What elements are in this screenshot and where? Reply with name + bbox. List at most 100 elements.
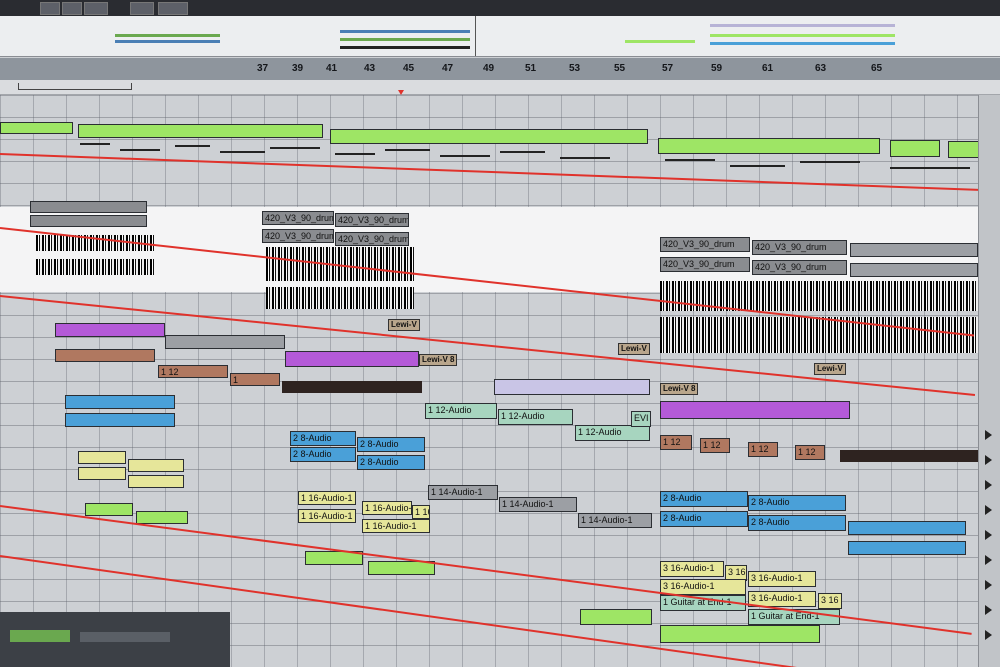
arrow-right-icon[interactable] xyxy=(985,630,992,640)
midi-clip[interactable] xyxy=(0,122,73,134)
audio-clip[interactable]: 1 12 xyxy=(158,365,228,378)
drum-clip[interactable]: 420_V3_90_drum xyxy=(660,237,750,252)
audio-clip[interactable] xyxy=(282,381,422,393)
marker-label[interactable]: Lewi-V 8 xyxy=(419,354,458,366)
midi-clip[interactable] xyxy=(890,140,940,157)
audio-clip[interactable] xyxy=(165,335,285,349)
audio-clip[interactable]: 2 8-Audio xyxy=(660,511,748,527)
arrow-right-icon[interactable] xyxy=(985,530,992,540)
bar-number: 49 xyxy=(483,63,495,74)
marker-label[interactable]: Lewi-V xyxy=(388,319,420,331)
drum-clip[interactable] xyxy=(850,243,978,257)
transport-toolbar xyxy=(0,0,1000,16)
audio-clip[interactable] xyxy=(128,475,184,488)
audio-clip[interactable] xyxy=(285,351,419,367)
arrow-right-icon[interactable] xyxy=(985,430,992,440)
bar-number: 61 xyxy=(762,63,774,74)
audio-clip[interactable]: 2 8-Audio xyxy=(660,491,748,507)
midi-clip[interactable] xyxy=(85,503,133,516)
marker-label[interactable]: Lewi-V xyxy=(618,343,650,355)
audio-clip[interactable]: 1 14-Audio-1 xyxy=(578,513,652,528)
drum-clip[interactable]: 420_V3_90_drum xyxy=(262,211,334,225)
audio-clip[interactable] xyxy=(78,467,126,480)
audio-clip[interactable]: 1 12 xyxy=(700,438,730,453)
drum-clip[interactable]: 420_V3_90_drum xyxy=(335,213,409,227)
arrow-right-icon[interactable] xyxy=(985,580,992,590)
audio-clip[interactable] xyxy=(65,395,175,409)
toolbar-button[interactable] xyxy=(158,2,188,15)
drum-clip[interactable] xyxy=(30,201,147,213)
audio-clip[interactable]: 3 16 xyxy=(818,593,842,609)
audio-clip[interactable] xyxy=(660,401,850,419)
arrow-right-icon[interactable] xyxy=(985,505,992,515)
waveform xyxy=(36,259,154,275)
audio-clip[interactable]: 2 8-Audio xyxy=(290,447,356,462)
audio-clip[interactable] xyxy=(494,379,650,395)
drum-clip[interactable] xyxy=(850,263,978,277)
audio-clip[interactable]: 1 12 xyxy=(660,435,692,450)
loop-bar[interactable] xyxy=(0,80,1000,95)
audio-clip[interactable] xyxy=(55,349,155,362)
arrow-right-icon[interactable] xyxy=(985,455,992,465)
drum-clip[interactable]: 420_V3_90_drum xyxy=(262,229,334,243)
marker-label[interactable]: Lewi-V 8 xyxy=(660,383,699,395)
audio-clip[interactable] xyxy=(848,541,966,555)
audio-clip[interactable]: 2 8-Audio xyxy=(748,495,846,511)
bar-number: 53 xyxy=(569,63,581,74)
audio-clip[interactable] xyxy=(848,521,966,535)
bar-number: 63 xyxy=(815,63,827,74)
audio-clip[interactable] xyxy=(78,451,126,464)
bar-ruler[interactable]: 37 39 41 43 45 47 49 51 53 55 57 59 61 6… xyxy=(0,58,1000,81)
audio-clip[interactable]: 3 16-Audio-1 xyxy=(748,571,816,587)
midi-clip[interactable] xyxy=(368,561,435,575)
midi-clip[interactable] xyxy=(660,625,820,643)
drum-clip[interactable]: 420_V3_90_drum xyxy=(660,257,750,272)
toolbar-button[interactable] xyxy=(40,2,60,15)
audio-clip[interactable]: EVI xyxy=(631,411,651,427)
bar-number: 47 xyxy=(442,63,454,74)
audio-clip[interactable]: 1 16-Audio-1 xyxy=(298,491,356,505)
audio-clip[interactable] xyxy=(128,459,184,472)
audio-clip[interactable] xyxy=(65,413,175,427)
audio-clip[interactable]: 2 8-Audio xyxy=(357,455,425,470)
audio-clip[interactable]: 2 8-Audio xyxy=(748,515,846,531)
marker-label[interactable]: Lewi-V xyxy=(814,363,846,375)
midi-clip[interactable] xyxy=(658,138,880,154)
audio-clip[interactable] xyxy=(840,450,978,462)
track-scrollbar[interactable] xyxy=(978,95,1000,667)
waveform xyxy=(266,287,414,309)
audio-clip[interactable]: 1 16-Audio-1 xyxy=(362,519,430,533)
audio-clip[interactable]: 2 8-Audio xyxy=(290,431,356,446)
audio-clip[interactable]: 1 12-Audio xyxy=(425,403,497,419)
audio-clip[interactable]: 1 16-Audio-1 xyxy=(298,509,356,523)
audio-clip[interactable]: 1 16-Audio-1 xyxy=(362,501,412,515)
midi-clip[interactable] xyxy=(78,124,323,138)
midi-clip[interactable] xyxy=(330,129,648,144)
audio-clip[interactable]: 3 16-Audio-1 xyxy=(660,561,724,577)
arrangement-tracks[interactable]: 420_V3_90_drum 420_V3_90_drum 420_V3_90_… xyxy=(0,95,1000,667)
audio-clip[interactable]: 1 14-Audio-1 xyxy=(499,497,577,512)
audio-clip[interactable]: 1 xyxy=(230,373,280,386)
toolbar-button[interactable] xyxy=(62,2,82,15)
audio-clip[interactable]: 2 8-Audio xyxy=(357,437,425,452)
audio-clip[interactable]: 1 14-Audio-1 xyxy=(428,485,498,500)
audio-clip[interactable]: 1 12-Audio xyxy=(575,425,650,441)
audio-clip[interactable] xyxy=(55,323,165,337)
toolbar-button[interactable] xyxy=(130,2,154,15)
arrangement-overview[interactable] xyxy=(0,16,1000,57)
arrow-right-icon[interactable] xyxy=(985,605,992,615)
audio-clip[interactable]: 1 12-Audio xyxy=(498,409,573,425)
drum-clip[interactable]: 420_V3_90_drum xyxy=(335,232,409,246)
arrow-right-icon[interactable] xyxy=(985,480,992,490)
arrow-right-icon[interactable] xyxy=(985,555,992,565)
audio-clip[interactable]: 1 12 xyxy=(748,442,778,457)
audio-clip[interactable]: 1 Guitar at End-1 xyxy=(748,609,840,625)
drum-clip[interactable]: 420_V3_90_drum xyxy=(752,260,847,275)
toolbar-button[interactable] xyxy=(84,2,108,15)
audio-clip[interactable]: 1 16 xyxy=(412,505,430,519)
midi-clip[interactable] xyxy=(136,511,188,524)
drum-clip[interactable] xyxy=(30,215,147,227)
drum-clip[interactable]: 420_V3_90_drum xyxy=(752,240,847,255)
midi-clip[interactable] xyxy=(580,609,652,625)
audio-clip[interactable]: 1 12 xyxy=(795,445,825,460)
